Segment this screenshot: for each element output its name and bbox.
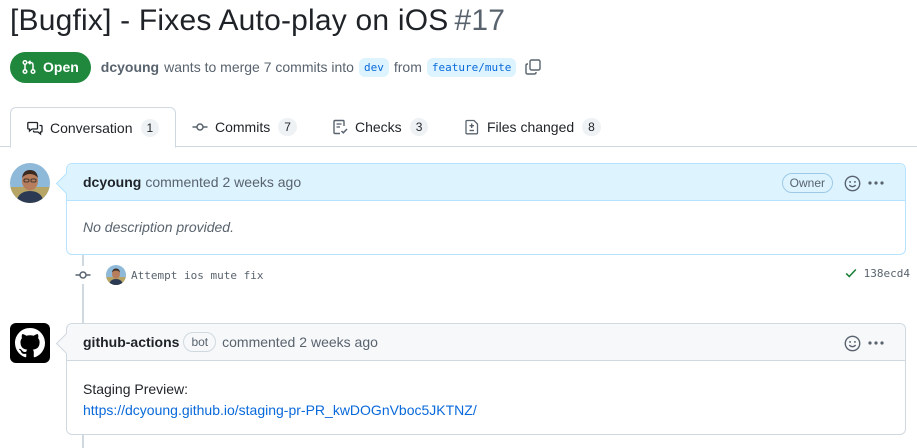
kebab-horizontal-icon[interactable] <box>867 174 885 192</box>
kebab-horizontal-icon[interactable] <box>867 334 885 352</box>
head-branch[interactable]: feature/mute <box>426 57 517 77</box>
comment: dcyoung commented 2 weeks ago Owner No d… <box>66 163 906 255</box>
github-mark-icon[interactable] <box>10 323 50 363</box>
timeline-connector <box>82 435 84 448</box>
comment-body: No description provided. <box>67 201 905 235</box>
commit-meta: 138ecd4 <box>844 266 910 280</box>
tab-checks[interactable]: Checks 3 <box>332 107 429 147</box>
comment: github-actions bot commented 2 weeks ago… <box>66 323 906 435</box>
tab-conversation[interactable]: Conversation 1 <box>10 107 176 148</box>
comment-timestamp[interactable]: 2 weeks ago <box>299 334 378 350</box>
git-commit-icon <box>192 119 208 135</box>
comment-author[interactable]: dcyoung <box>83 174 141 190</box>
tab-counter: 3 <box>409 118 429 136</box>
pr-author-link[interactable]: dcyoung <box>101 59 159 75</box>
tab-label: Commits <box>215 119 271 135</box>
git-pull-request-icon <box>22 59 36 75</box>
tab-label: Files changed <box>487 119 575 135</box>
file-diff-icon <box>464 119 480 135</box>
avatar[interactable] <box>10 163 50 203</box>
tab-commits[interactable]: Commits 7 <box>192 107 297 147</box>
merge-text: wants to merge 7 commits into <box>164 59 354 75</box>
git-commit-icon <box>74 266 92 284</box>
commit-message-link[interactable]: Attempt ios mute fix <box>131 269 263 282</box>
comment-body: Staging Preview: https://dcyoung.github.… <box>67 361 905 421</box>
check-icon[interactable] <box>844 266 858 280</box>
checklist-icon <box>332 119 348 135</box>
tab-files-changed[interactable]: Files changed 8 <box>464 107 601 147</box>
tab-counter: 1 <box>140 118 160 137</box>
bot-badge: bot <box>183 332 217 352</box>
comment-author[interactable]: github-actions <box>83 334 179 350</box>
comment-header: github-actions bot commented 2 weeks ago <box>67 324 905 361</box>
comment-header: dcyoung commented 2 weeks ago Owner <box>67 164 905 201</box>
from-text: from <box>393 59 422 75</box>
state-label: Open <box>43 59 79 75</box>
tab-label: Checks <box>355 119 402 135</box>
comment-action: commented <box>145 174 219 190</box>
tab-label: Conversation <box>50 119 133 136</box>
pr-number: #17 <box>454 4 506 37</box>
pr-title: [Bugfix] - Fixes Auto-play on iOS #17 <box>10 4 505 38</box>
comment-discussion-icon <box>27 120 43 136</box>
comment-timestamp[interactable]: 2 weeks ago <box>223 174 302 190</box>
tab-counter: 8 <box>582 118 601 136</box>
owner-badge: Owner <box>781 173 833 193</box>
commit-sha-link[interactable]: 138ecd4 <box>864 267 910 280</box>
copy-icon[interactable] <box>524 58 542 76</box>
timeline-commit: Attempt ios mute fix 138ecd4 <box>74 264 910 286</box>
smiley-icon[interactable] <box>843 174 861 192</box>
pr-title-text: [Bugfix] - Fixes Auto-play on iOS <box>10 4 449 37</box>
staging-preview-link[interactable]: https://dcyoung.github.io/staging-pr-PR_… <box>83 402 477 418</box>
staging-preview-label: Staging Preview: <box>83 381 189 397</box>
commit-author-avatar[interactable] <box>106 265 126 285</box>
pr-tabs: Conversation 1 Commits 7 Checks 3 Files … <box>0 107 917 148</box>
state-badge: Open <box>10 51 91 83</box>
smiley-icon[interactable] <box>843 334 861 352</box>
tab-counter: 7 <box>278 118 297 136</box>
comment-action: commented <box>222 334 296 350</box>
pr-meta: Open dcyoung wants to merge 7 commits in… <box>10 51 542 83</box>
merge-summary: dcyoung wants to merge 7 commits into de… <box>101 57 543 77</box>
base-branch[interactable]: dev <box>358 57 389 77</box>
no-description-text: No description provided. <box>83 219 234 235</box>
